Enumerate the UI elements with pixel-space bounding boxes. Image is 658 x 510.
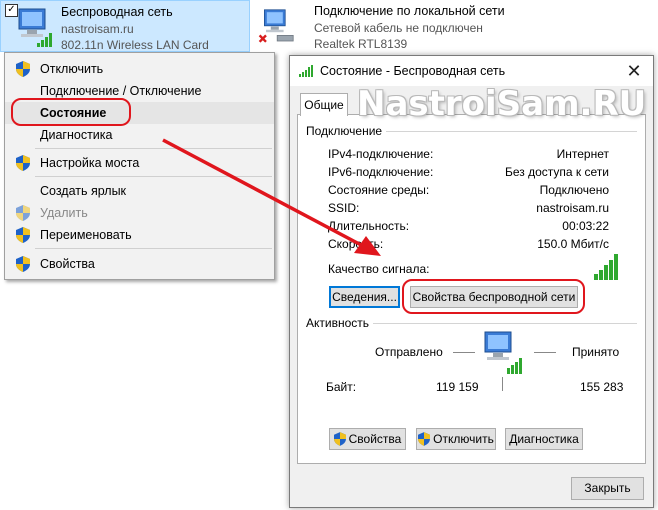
menu-item-bridge[interactable]: Настройка моста [5,152,274,174]
menu-item-label: Диагностика [40,128,113,142]
menu-separator [35,148,272,149]
shield-icon [418,432,431,446]
field-label: IPv4-подключение: [328,147,434,161]
group-label-connection: Подключение [306,124,387,138]
group-divider [362,131,637,132]
close-icon[interactable]: ✕ [623,60,645,82]
bytes-received-value: 155 283 [580,380,624,394]
adapter-device: 802.11n Wireless LAN Card [61,38,209,52]
shield-icon [16,256,30,272]
disable-button-label: Отключить [433,432,494,446]
menu-item-disable[interactable]: Отключить [5,58,274,80]
field-value: Подключено [539,183,609,197]
signal-icon [299,65,313,77]
bytes-sent-value: 119 159 [436,380,479,394]
watermark: NastroiSam.RU [357,84,647,124]
group-label-activity: Активность [306,316,374,330]
signal-quality-label: Качество сигнала: [328,262,430,276]
properties-button[interactable]: Свойства [329,428,406,450]
menu-separator [35,248,272,249]
shield-icon [16,227,30,243]
disable-button[interactable]: Отключить [416,428,496,450]
group-divider [366,323,637,324]
activity-divider [502,377,503,391]
adapter-wireless[interactable]: ✓ Беспроводная сеть nastroisam.ru 802.11… [0,0,250,52]
shield-icon [16,205,30,221]
shield-icon [16,61,30,77]
menu-item-rename[interactable]: Переименовать [5,224,274,246]
field-value: nastroisam.ru [536,201,609,215]
menu-item-create-shortcut[interactable]: Создать ярлык [5,180,274,202]
field-label: IPv6-подключение: [328,165,434,179]
received-label: Принято [572,345,620,359]
adapter-name: Беспроводная сеть [61,5,173,19]
adapter-device: Realtek RTL8139 [314,37,408,51]
received-line [534,352,556,353]
menu-item-properties[interactable]: Свойства [5,253,274,275]
diagnose-button[interactable]: Диагностика [505,428,583,450]
tab-panel: Подключение IPv4-подключение: Интернет I… [297,114,646,464]
lan-adapter-icon [258,9,294,43]
details-button[interactable]: Сведения... [329,286,400,308]
field-value: 00:03:22 [562,219,609,233]
menu-item-label: Удалить [40,206,88,220]
dialog-titlebar: Состояние - Беспроводная сеть ✕ [290,56,653,86]
adapter-network: nastroisam.ru [61,22,134,36]
field-label: SSID: [328,201,360,215]
field-value: 150.0 Мбит/с [537,237,609,251]
bytes-label: Байт: [326,380,357,394]
wireless-adapter-icon [18,8,52,47]
menu-item-label: Отключить [40,62,104,76]
field-value: Интернет [556,147,609,161]
network-computer-icon [484,331,522,374]
highlight-oval [402,279,585,314]
menu-item-label: Создать ярлык [40,184,127,198]
properties-button-label: Свойства [348,432,402,446]
menu-item-label: Переименовать [40,228,132,242]
sent-line [453,352,475,353]
context-menu: Отключить Подключение / Отключение Состо… [4,52,275,280]
field-label: Скорость: [328,237,384,251]
menu-item-label: Свойства [40,257,95,271]
adapter-status: Сетевой кабель не подключен [314,21,483,35]
sent-label: Отправлено [375,345,443,359]
field-label: Состояние среды: [328,183,430,197]
menu-item-delete: Удалить [5,202,274,224]
signal-bars-icon [594,254,618,280]
menu-item-label: Настройка моста [40,156,140,170]
field-value: Без доступа к сети [505,165,609,179]
adapter-name: Подключение по локальной сети [314,4,505,18]
field-label: Длительность: [328,219,410,233]
tab-general[interactable]: Общие [300,93,348,116]
highlight-oval [11,98,131,126]
shield-icon [333,432,346,446]
adapter-lan[interactable]: Подключение по локальной сети Сетевой ка… [258,0,538,52]
close-button[interactable]: Закрыть [571,477,644,500]
dialog-title: Состояние - Беспроводная сеть [320,64,506,78]
menu-item-diagnose[interactable]: Диагностика [5,124,274,146]
shield-icon [16,155,30,171]
menu-separator [35,176,272,177]
